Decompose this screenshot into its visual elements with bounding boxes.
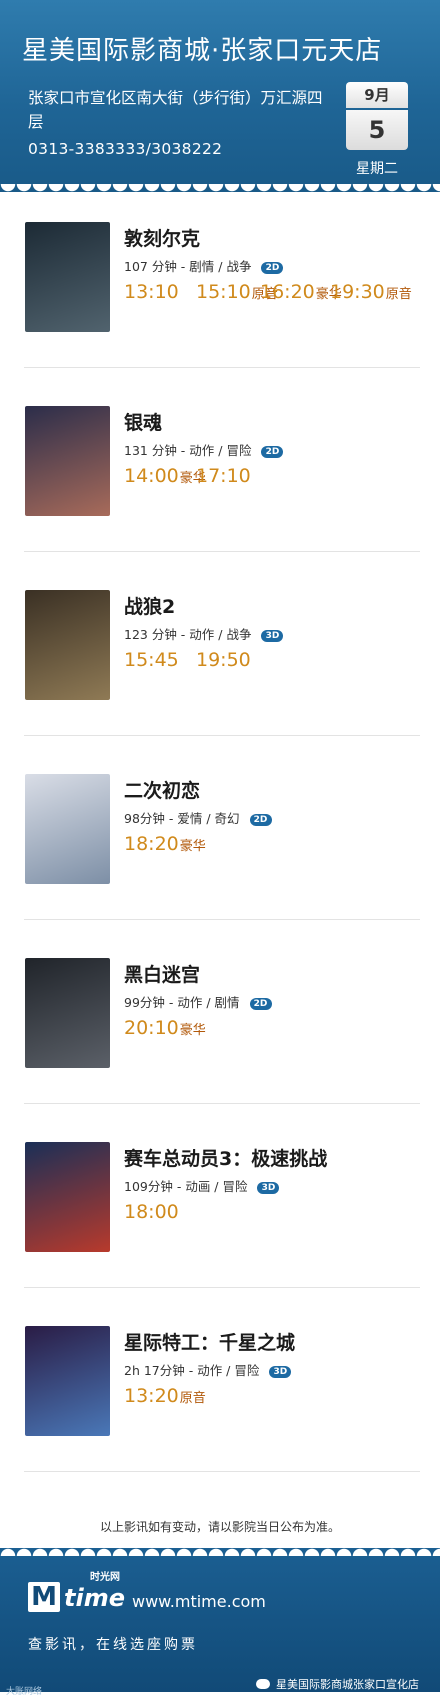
movie-title[interactable]: 敦刻尔克 [124,224,200,251]
row-divider [24,1471,420,1472]
wechat-icon [256,1679,270,1689]
showtime-tag: 原音 [179,1391,206,1406]
showtime[interactable]: 19:30原音 [330,281,412,303]
movie-row[interactable]: 星际特工：千星之城 2h 17分钟 - 动作 / 冒险 3D 13:20原音 [0,1288,440,1472]
mtime-url-link[interactable]: www.mtime.com [132,1592,266,1611]
movie-poster[interactable] [25,222,110,332]
ticket-edge-decoration [0,1540,440,1556]
movie-row[interactable]: 赛车总动员3：极速挑战 109分钟 - 动画 / 冒险 3D 18:00 [0,1104,440,1288]
format-badge: 3D [261,630,284,642]
showtimes: 13:10 15:10原音 16:20豪华 19:30原音 [124,281,440,311]
watermark-left: 大账网络 [6,1687,43,1697]
showtimes: 13:20原音 [124,1385,440,1415]
movie-info: 99分钟 - 动作 / 剧情 2D [124,992,272,1011]
movie-row[interactable]: 敦刻尔克 107 分钟 - 剧情 / 战争 2D 13:10 15:10原音 16:20豪… [0,184,440,368]
movie-poster[interactable] [25,774,110,884]
watermark-right: 星美国际影商城张家口宣化店 [256,1676,419,1692]
movie-duration-genre: 99分钟 - 动作 / 剧情 [124,995,240,1010]
showtime-tag: 豪华 [179,839,206,854]
movie-info: 131 分钟 - 动作 / 冒险 2D [124,440,284,459]
format-badge: 2D [261,262,284,274]
movie-row[interactable]: 银魂 131 分钟 - 动作 / 冒险 2D 14:00豪华 17:10 [0,368,440,552]
logo-letter: M [28,1582,60,1612]
movie-info: 109分钟 - 动画 / 冒险 3D [124,1176,280,1195]
header-banner: 星美国际影商城·张家口元天店 张家口市宣化区南大街（步行街）万汇源四层 0313… [0,0,440,200]
showtime-time: 14:00 [124,465,179,487]
logo-chinese: 时光网 [90,1572,120,1583]
showtime-time: 18:20 [124,833,179,855]
logo-word: time [64,1584,125,1612]
showtime-tag: 原音 [385,287,412,302]
showtime-time: 19:50 [196,649,251,671]
movie-info: 107 分钟 - 剧情 / 战争 2D [124,256,284,275]
mtime-logo[interactable]: M time 时光网 [28,1572,128,1612]
showtime[interactable]: 19:50 [196,649,251,671]
notice-text: 以上影讯如有变动，请以影院当日公布为准。 [99,1520,340,1534]
format-badge: 3D [257,1182,280,1194]
movie-duration-genre: 109分钟 - 动画 / 冒险 [124,1179,248,1194]
movie-duration-genre: 107 分钟 - 剧情 / 战争 [124,259,252,274]
showtime-time: 18:00 [124,1201,179,1223]
showtime[interactable]: 13:20原音 [124,1385,206,1407]
movie-title[interactable]: 战狼2 [124,592,175,619]
movie-duration-genre: 2h 17分钟 - 动作 / 冒险 [124,1363,260,1378]
format-badge: 2D [249,998,272,1010]
showtime[interactable]: 17:10 [196,465,251,487]
showtime-time: 19:30 [330,281,385,303]
showtimes: 20:10豪华 [124,1017,440,1047]
showtime-time: 13:20 [124,1385,179,1407]
movie-poster[interactable] [25,1326,110,1436]
movie-title[interactable]: 黑白迷宫 [124,960,200,987]
format-badge: 2D [249,814,272,826]
cinema-name: 星美国际影商城·张家口元天店 [22,36,383,66]
showtime-time: 17:10 [196,465,251,487]
movie-duration-genre: 123 分钟 - 动作 / 战争 [124,627,252,642]
format-badge: 3D [269,1366,292,1378]
movie-poster[interactable] [25,406,110,516]
movie-title[interactable]: 星际特工：千星之城 [124,1328,295,1355]
showtime[interactable]: 18:00 [124,1201,179,1223]
showtime-time: 16:20 [260,281,315,303]
showtime-tag: 豪华 [179,1023,206,1038]
movie-row[interactable]: 二次初恋 98分钟 - 爱情 / 奇幻 2D 18:20豪华 [0,736,440,920]
showtime[interactable]: 13:10 [124,281,179,303]
showtimes: 15:45 19:50 [124,649,440,679]
showtime[interactable]: 20:10豪华 [124,1017,206,1039]
showtime-time: 15:45 [124,649,179,671]
showtimes: 14:00豪华 17:10 [124,465,440,495]
showtime-time: 15:10 [196,281,251,303]
cinema-address: 张家口市宣化区南大街（步行街）万汇源四层 [28,89,323,131]
movie-poster[interactable] [25,958,110,1068]
format-badge: 2D [261,446,284,458]
date-day: 5 [346,110,408,150]
showtime-time: 13:10 [124,281,179,303]
date-weekday: 星期二 [356,161,398,177]
movie-title[interactable]: 银魂 [124,408,162,435]
movie-info: 2h 17分钟 - 动作 / 冒险 3D [124,1360,292,1379]
movie-title[interactable]: 赛车总动员3：极速挑战 [124,1144,327,1171]
movie-info: 123 分钟 - 动作 / 战争 3D [124,624,284,643]
showtime[interactable]: 14:00豪华 [124,465,206,487]
footer-banner: M time 时光网 www.mtime.com 查影讯，在线选座购票 大账网络… [0,1540,440,1697]
showtime[interactable]: 18:20豪华 [124,833,206,855]
watermark-right-text: 星美国际影商城张家口宣化店 [276,1678,419,1691]
movie-duration-genre: 98分钟 - 爱情 / 奇幻 [124,811,240,826]
showtime[interactable]: 15:45 [124,649,179,671]
cinema-phone: 0313-3383333/3038222 [28,140,223,158]
showtime-time: 20:10 [124,1017,179,1039]
footer-slogan: 查影讯，在线选座购票 [28,1637,198,1653]
movie-row[interactable]: 黑白迷宫 99分钟 - 动作 / 剧情 2D 20:10豪华 [0,920,440,1104]
showtimes: 18:00 [124,1201,440,1231]
date-month: 9月 [346,82,408,108]
movie-row[interactable]: 战狼2 123 分钟 - 动作 / 战争 3D 15:45 19:50 [0,552,440,736]
movie-poster[interactable] [25,1142,110,1252]
movie-info: 98分钟 - 爱情 / 奇幻 2D [124,808,272,827]
date-calendar: 9月 5 [346,82,408,150]
movie-poster[interactable] [25,590,110,700]
movie-title[interactable]: 二次初恋 [124,776,200,803]
showtimes: 18:20豪华 [124,833,440,863]
movie-duration-genre: 131 分钟 - 动作 / 冒险 [124,443,252,458]
